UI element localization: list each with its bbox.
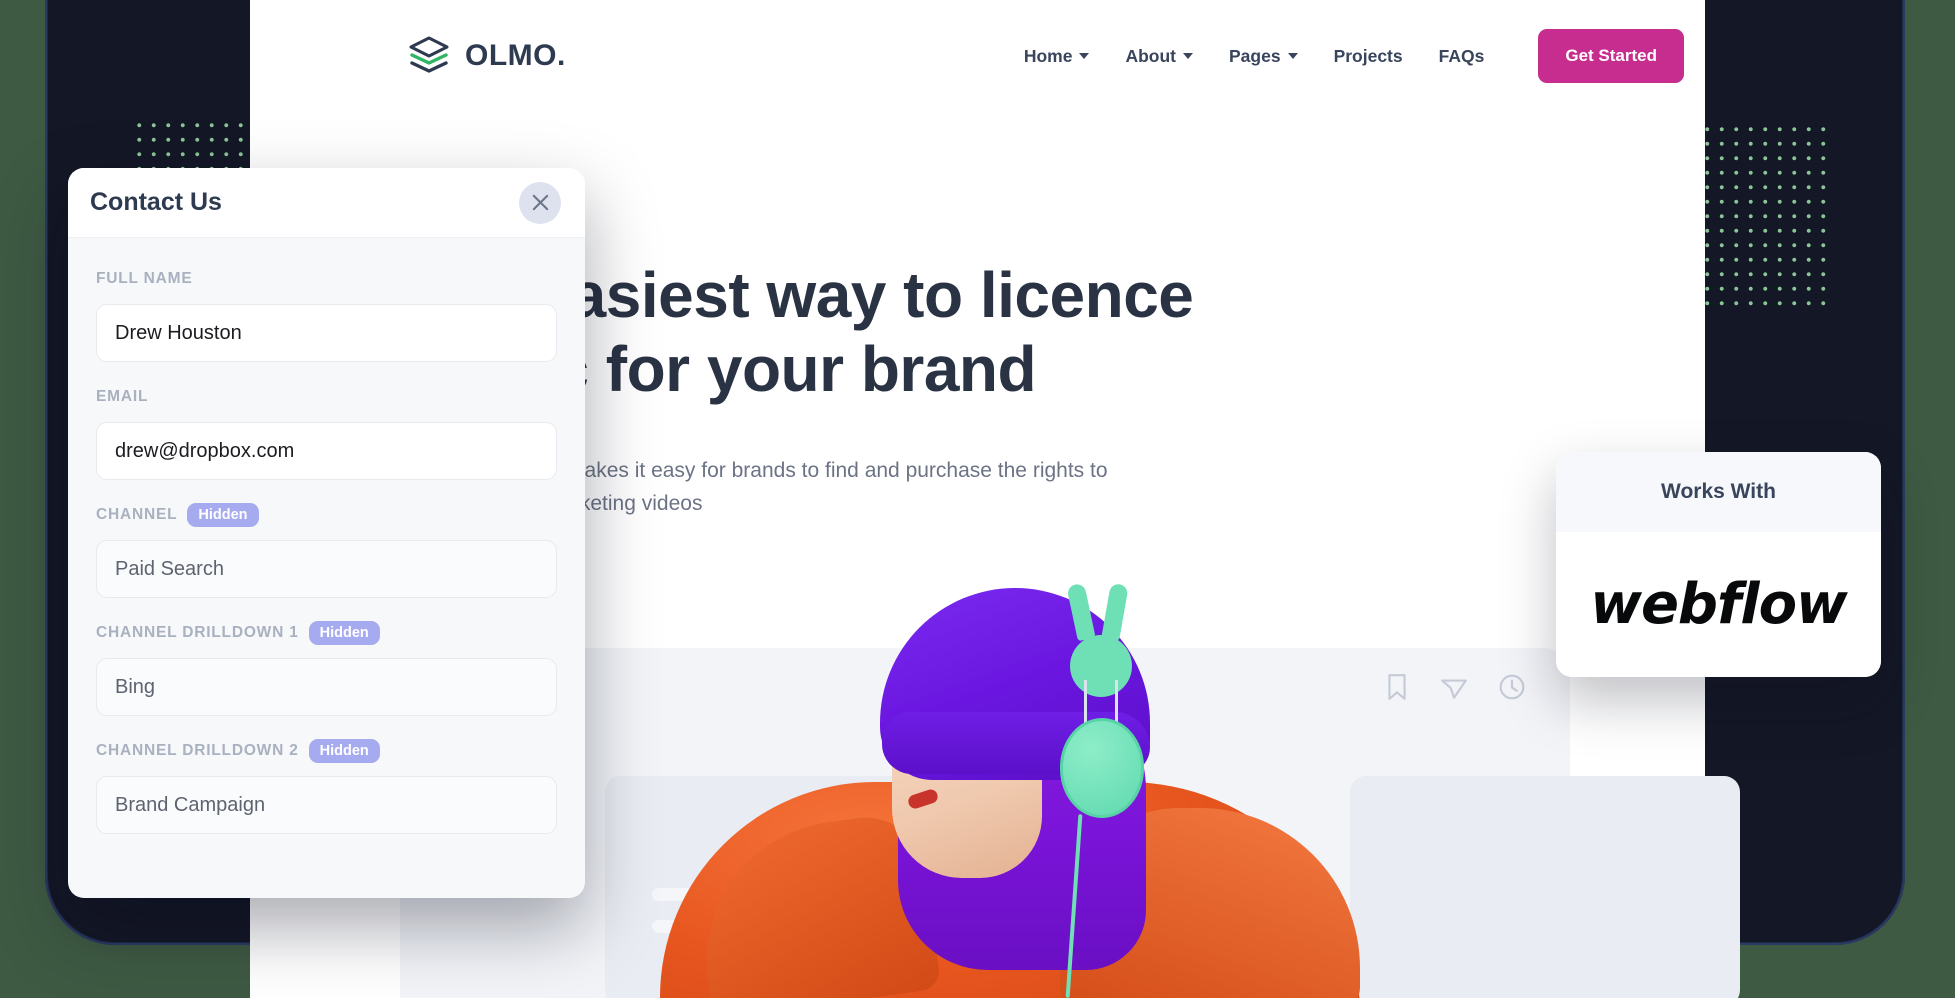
bookmark-icon[interactable]: [1384, 673, 1410, 701]
works-with-body: webflow: [1556, 532, 1881, 677]
field-channel: CHANNEL Hidden: [96, 502, 557, 598]
dot-pattern-left: [132, 118, 252, 170]
modal-title: Contact Us: [90, 188, 222, 216]
headphone-earcup: [1060, 718, 1144, 818]
contact-us-modal: Contact Us FULL NAME EMAIL: [68, 168, 585, 898]
nav-item-about[interactable]: About: [1107, 38, 1211, 75]
field-channel-drilldown-1: CHANNEL DRILLDOWN 1 Hidden: [96, 620, 557, 716]
webflow-logo: webflow: [1590, 572, 1848, 637]
channel-input[interactable]: [96, 540, 557, 598]
hidden-badge: Hidden: [187, 503, 259, 527]
clock-icon[interactable]: [1498, 673, 1526, 701]
works-with-header: Works With: [1556, 452, 1881, 532]
field-label: CHANNEL: [96, 506, 178, 523]
email-field[interactable]: [96, 422, 557, 480]
hero-model-photo: [640, 560, 1380, 998]
dot-pattern-right: [1700, 122, 1828, 312]
nav-item-home-label: Home: [1023, 45, 1073, 66]
close-modal-button[interactable]: [519, 181, 561, 224]
chevron-down-icon: [1079, 53, 1090, 59]
headphone-bunny-ear-right: [1101, 582, 1129, 642]
field-label-row: CHANNEL DRILLDOWN 1 Hidden: [96, 620, 557, 646]
brand-name: OLMO.: [465, 39, 566, 72]
brand-logo[interactable]: OLMO.: [407, 35, 566, 77]
field-channel-drilldown-2: CHANNEL DRILLDOWN 2 Hidden: [96, 738, 557, 834]
chevron-down-icon: [1287, 53, 1298, 59]
works-with-card: Works With webflow: [1556, 452, 1881, 677]
stacked-layers-icon: [409, 36, 449, 73]
field-label-row: FULL NAME: [96, 266, 557, 292]
field-label-row: EMAIL: [96, 384, 557, 410]
nav-item-faqs[interactable]: FAQs: [1421, 38, 1503, 75]
modal-header: Contact Us: [68, 168, 585, 238]
nav-item-home[interactable]: Home: [1006, 38, 1108, 75]
modal-body: FULL NAME EMAIL CHANNEL Hidden CHA: [68, 238, 585, 834]
field-label: FULL NAME: [96, 270, 193, 287]
close-icon: [532, 194, 548, 211]
nav-item-pages-label: Pages: [1229, 45, 1281, 66]
hidden-badge: Hidden: [308, 739, 380, 763]
nav-item-about-label: About: [1125, 45, 1176, 66]
field-label: CHANNEL DRILLDOWN 2: [96, 742, 299, 759]
works-with-title: Works With: [1661, 480, 1776, 503]
field-label: CHANNEL DRILLDOWN 1: [96, 624, 299, 641]
nav-item-projects[interactable]: Projects: [1316, 38, 1421, 75]
mockup-card-right: [1350, 776, 1740, 998]
send-icon[interactable]: [1440, 673, 1468, 701]
field-label-row: CHANNEL DRILLDOWN 2 Hidden: [96, 738, 557, 764]
get-started-button[interactable]: Get Started: [1538, 29, 1684, 83]
screenshot-stage: OLMO. Home About Pages Projects FAQs Get…: [0, 0, 1955, 998]
channel-drilldown-1-input[interactable]: [96, 658, 557, 716]
nav-item-pages[interactable]: Pages: [1211, 38, 1316, 75]
nav-item-faqs-label: FAQs: [1438, 45, 1485, 66]
full-name-input[interactable]: [96, 304, 557, 362]
hidden-badge: Hidden: [308, 621, 380, 645]
nav-links: Home About Pages Projects FAQs Get Start…: [1006, 29, 1684, 83]
chevron-down-icon: [1183, 53, 1193, 59]
nav-item-projects-label: Projects: [1333, 45, 1403, 66]
field-email: EMAIL: [96, 384, 557, 480]
mockup-toolbar-icons: [1384, 673, 1526, 701]
field-full-name: FULL NAME: [96, 266, 557, 362]
field-label-row: CHANNEL Hidden: [96, 502, 557, 528]
site-navbar: OLMO. Home About Pages Projects FAQs Get…: [250, 0, 1705, 112]
channel-drilldown-2-input[interactable]: [96, 776, 557, 834]
field-label: EMAIL: [96, 388, 149, 405]
